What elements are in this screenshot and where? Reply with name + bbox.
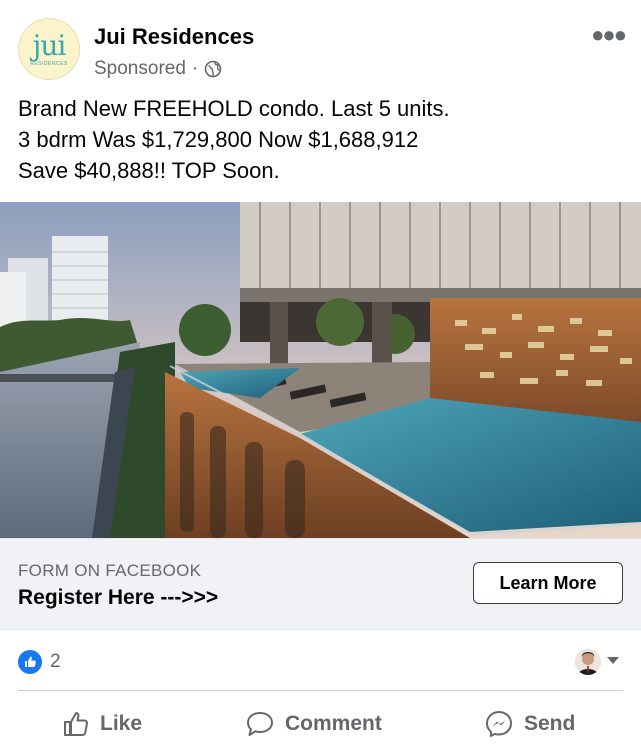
comment-button[interactable]: Comment	[245, 706, 382, 742]
page-name-link[interactable]: Jui Residences	[94, 24, 254, 50]
post-header: jui RESIDENCES Jui Residences Sponsored …	[0, 0, 641, 88]
page-avatar[interactable]: jui RESIDENCES	[18, 18, 80, 80]
ad-image[interactable]	[0, 202, 641, 538]
cta-headline[interactable]: Register Here --->>>	[18, 586, 218, 610]
like-reaction-icon[interactable]	[18, 650, 42, 674]
divider	[18, 690, 623, 691]
comment-label: Comment	[285, 712, 382, 735]
send-button[interactable]: Send	[484, 706, 575, 742]
condo-rendering-image	[0, 202, 641, 538]
like-button[interactable]: Like	[62, 706, 142, 742]
cta-panel[interactable]: FORM ON FACEBOOK Register Here --->>> Le…	[0, 538, 641, 630]
send-label: Send	[524, 712, 576, 735]
sponsored-label[interactable]: Sponsored	[94, 58, 186, 80]
like-label: Like	[100, 712, 143, 735]
viewer-avatar[interactable]	[575, 649, 601, 675]
comment-bubble-icon	[247, 712, 273, 736]
post-text-line: Brand New FREEHOLD condo. Last 5 units.	[18, 96, 450, 121]
meta-separator: ·	[191, 58, 199, 79]
reaction-summary: 2	[0, 640, 641, 684]
action-bar: Like Comment Send	[0, 700, 641, 748]
audience-dropdown-icon[interactable]	[607, 657, 619, 664]
post-meta: Sponsored ·	[94, 57, 222, 81]
post-text-line: 3 bdrm Was $1,729,800 Now $1,688,912	[18, 127, 419, 152]
learn-more-button[interactable]: Learn More	[473, 562, 623, 604]
more-options-icon[interactable]: ●●●	[591, 22, 627, 48]
post-message: Brand New FREEHOLD condo. Last 5 units. …	[18, 93, 618, 186]
messenger-icon	[486, 711, 512, 737]
post-text-line: Save $40,888!! TOP Soon.	[18, 158, 280, 183]
globe-icon	[204, 60, 222, 78]
like-count[interactable]: 2	[50, 651, 61, 673]
cta-caption: FORM ON FACEBOOK	[18, 561, 202, 580]
avatar-logo-subtext: RESIDENCES	[30, 61, 68, 67]
thumbs-up-icon	[64, 712, 88, 736]
avatar-logo-text: jui	[32, 29, 67, 62]
